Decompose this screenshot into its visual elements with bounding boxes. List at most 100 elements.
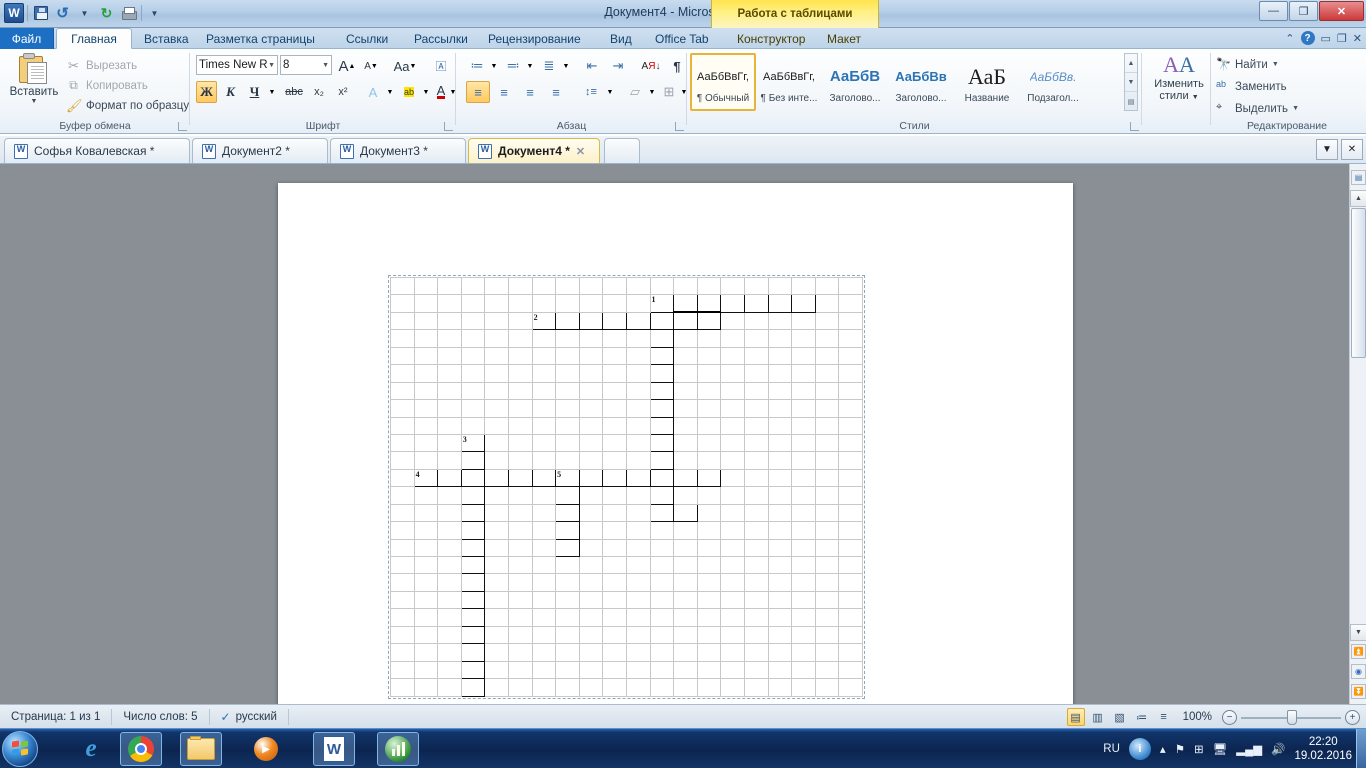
volume-icon[interactable]: 🔊 [1271,742,1285,756]
strikethrough-button[interactable]: abc [282,81,306,103]
tab-home[interactable]: Главная [56,28,132,49]
action-center-icon[interactable]: i [1128,738,1151,760]
underline-dropdown-icon[interactable]: ▼ [266,81,278,103]
line-spacing-dropdown-icon[interactable]: ▼ [604,81,616,103]
restore-button[interactable]: ❐ [1289,1,1318,21]
minimize-ribbon-icon[interactable]: ⌃ [1285,32,1294,45]
scroll-thumb[interactable] [1351,208,1366,358]
paste-button[interactable]: Вставить ▼ [8,53,60,115]
windows-icon[interactable]: ⊞ [1194,742,1204,756]
view-web-layout[interactable]: ▧ [1111,708,1129,726]
window-restore-icon[interactable]: ❐ [1337,32,1347,45]
multilevel-list-button[interactable]: ≣ [538,55,560,77]
zoom-slider-knob[interactable] [1287,710,1297,725]
justify-button[interactable]: ≡ [544,81,568,103]
decrease-indent-button[interactable]: ⇤ [580,55,604,77]
split-view-icon[interactable]: ▤ [1351,170,1366,185]
tab-design[interactable]: Конструктор [727,28,815,49]
previous-page-icon[interactable]: ⏫ [1351,644,1366,659]
underline-button[interactable]: Ч [244,81,265,103]
bullets-button[interactable]: ≔ [466,55,488,77]
close-button[interactable]: ✕ [1319,1,1364,21]
tab-view[interactable]: Вид [600,28,642,49]
style-no-spacing[interactable]: АаБбВвГг, ¶ Без инте... [756,53,822,111]
tab-page-layout[interactable]: Разметка страницы [196,28,325,49]
scroll-up-button[interactable]: ▲ [1350,190,1366,207]
taskbar-google-chrome[interactable] [120,732,162,766]
style-heading-2[interactable]: АаБбВв Заголово... [888,53,954,111]
minimize-button[interactable]: — [1259,1,1288,21]
clear-formatting-button[interactable]: 🄰 [430,55,452,77]
window-close-small-icon[interactable]: ✕ [1353,32,1362,45]
styles-gallery-scrollbar[interactable]: ▲ ▼ ▤ [1124,53,1138,111]
window-restore-small-icon[interactable]: ▭ [1321,32,1331,45]
doc-tab-3[interactable]: Документ3 * [330,138,466,163]
close-icon[interactable]: ✕ [576,145,585,158]
tab-mailings[interactable]: Рассылки [404,28,478,49]
show-formatting-marks-button[interactable]: ¶ [668,55,686,77]
style-heading-1[interactable]: АаБбВ Заголово... [822,53,888,111]
style-normal[interactable]: АаБбВвГг, ¶ Обычный [690,53,756,111]
zoom-level-label[interactable]: 100% [1177,711,1218,723]
text-highlight-color-button[interactable]: ab [398,81,420,103]
help-icon[interactable]: ? [1300,31,1315,45]
change-styles-button[interactable]: AA Изменить стили ▼ [1148,52,1210,116]
numbering-dropdown-icon[interactable]: ▼ [524,55,536,77]
highlight-dropdown-icon[interactable]: ▼ [420,81,432,103]
styles-dialog-launcher[interactable] [1130,122,1139,131]
grow-font-button[interactable]: A ▲ [336,55,358,77]
next-page-icon[interactable]: ⏬ [1351,684,1366,699]
tab-list-button[interactable]: ▼ [1316,139,1338,160]
find-button[interactable]: 🔭 Найти ▼ [1216,55,1279,74]
input-language[interactable]: RU [1103,743,1120,755]
tab-close-button[interactable]: ✕ [1341,139,1363,160]
cut-button[interactable]: ✂ Вырезать [66,57,137,74]
tab-layout[interactable]: Макет [817,28,871,49]
customize-qat-icon[interactable]: ▼ [145,4,164,23]
subscript-button[interactable]: x₂ [308,81,330,103]
style-title[interactable]: АаБ Название [954,53,1020,111]
format-painter-button[interactable]: 🖌 Формат по образцу [66,97,189,114]
doc-tab-2[interactable]: Документ2 * [192,138,328,163]
word-icon[interactable]: W [4,3,24,23]
word-count-status[interactable]: Число слов: 5 [112,708,210,725]
taskbar-clock[interactable]: 22:20 19.02.2016 [1294,735,1352,763]
tab-office-tab[interactable]: Office Tab [645,28,719,49]
show-desktop-button[interactable] [1356,729,1366,768]
shading-button[interactable]: ▱ [624,81,646,103]
taskbar-internet-explorer[interactable]: e [70,732,112,766]
select-button[interactable]: ⌖ Выделить ▼ [1216,99,1299,118]
undo-dropdown-icon[interactable]: ▼ [75,4,94,23]
document-page[interactable]: 12345 [278,183,1073,708]
vertical-scrollbar[interactable]: ▤ ▲ ▼ ⏫ ◉ ⏬ [1349,164,1366,704]
view-print-layout[interactable]: ▤ [1066,708,1085,726]
tab-review[interactable]: Рецензирование [478,28,591,49]
language-status[interactable]: ✓ русский [210,708,289,725]
align-center-button[interactable]: ≡ [492,81,516,103]
tab-file[interactable]: Файл [0,28,54,49]
sort-button[interactable]: АЯ↓ [638,55,664,77]
more-styles-icon[interactable]: ▤ [1125,92,1137,111]
font-dialog-launcher[interactable] [444,122,453,131]
multilevel-dropdown-icon[interactable]: ▼ [560,55,572,77]
bullets-dropdown-icon[interactable]: ▼ [488,55,500,77]
scroll-down-icon[interactable]: ▼ [1125,73,1137,92]
align-left-button[interactable]: ≡ [466,81,490,103]
page-status[interactable]: Страница: 1 из 1 [0,708,113,725]
text-effects-button[interactable]: A [362,81,384,103]
view-draft[interactable]: ≡ [1155,708,1173,726]
show-hidden-icons-icon[interactable]: ▴ [1160,742,1166,756]
font-name-input[interactable]: Times New Rc ▼ [196,55,278,75]
zoom-in-button[interactable]: + [1345,709,1360,725]
scroll-up-icon[interactable]: ▲ [1125,54,1137,73]
view-outline[interactable]: ≔ [1133,708,1151,726]
text-effects-dropdown-icon[interactable]: ▼ [384,81,396,103]
copy-button[interactable]: ⧉ Копировать [66,77,148,94]
doc-tab-4[interactable]: Документ4 * ✕ [468,138,600,163]
taskbar-microsoft-word[interactable]: W [313,732,355,766]
undo-icon[interactable]: ↺ [53,4,72,23]
doc-tab-1[interactable]: Софья Ковалевская * [4,138,190,163]
select-browse-object-icon[interactable]: ◉ [1351,664,1366,679]
paragraph-dialog-launcher[interactable] [675,122,684,131]
redo-icon[interactable]: ↻ [97,4,116,23]
